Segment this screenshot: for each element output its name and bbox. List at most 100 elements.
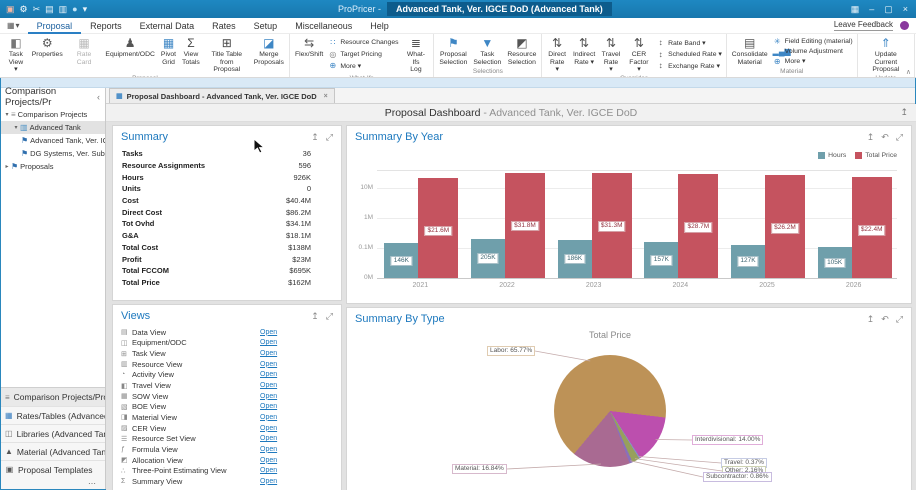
open-link-activity-view[interactable]: Open [260, 371, 277, 378]
dock-item-proposal-templates[interactable]: ▣ Proposal Templates [0, 460, 105, 478]
resource-selection-button[interactable]: ◩ Resource Selection [504, 35, 539, 67]
open-link-resource-view[interactable]: Open [260, 361, 277, 368]
share-icon[interactable]: ↥ [867, 132, 875, 143]
open-link-three-point-estimating-view[interactable]: Open [260, 467, 277, 474]
open-link-cer-view[interactable]: Open [260, 425, 277, 432]
expand-icon[interactable]: ⤢ [896, 314, 903, 325]
open-link-equipment-odc[interactable]: Open [260, 339, 277, 346]
dashboard-panels: Summary ↥ ⤢ Tasks 36 Resource Assignments 5… [106, 122, 916, 490]
layout-icon[interactable]: ▦ [851, 4, 860, 15]
title-table-from-proposal-button[interactable]: ⊞ Title Table from Proposal [203, 35, 251, 74]
tab-close-icon[interactable]: × [324, 93, 328, 100]
tree-item-advanced-tank-ver-igce[interactable]: ⚑Advanced Tank, Ver. IGCE [0, 134, 105, 147]
qat-more-icon[interactable]: ▾ [83, 0, 88, 18]
open-link-travel-view[interactable]: Open [260, 382, 277, 389]
task-view-icon: ⊞ [121, 350, 127, 358]
feedback-chat-icon[interactable] [900, 21, 909, 30]
travel-rate-button[interactable]: ⇅ Travel Rate ▾ [598, 35, 624, 74]
what-ifs-more-button[interactable]: ⊕ More ▾ [328, 61, 398, 71]
minimize-icon[interactable]: – [869, 4, 874, 14]
direct-rate-button[interactable]: ⇅ Direct Rate ▾ [544, 35, 570, 74]
resource-changes-button[interactable]: ∷ Resource Changes [328, 38, 398, 48]
tree-item-advanced-tank[interactable]: ▾ ▥ Advanced Tank [0, 121, 105, 134]
share-icon[interactable]: ↥ [867, 314, 875, 325]
view-totals-button[interactable]: Σ View Totals [179, 35, 203, 74]
flex-shift-button[interactable]: ⇆ Flex/Shift [292, 35, 326, 74]
menu-proposal[interactable]: Proposal [28, 18, 82, 34]
settings-gear-icon[interactable]: ⚙ [20, 0, 28, 18]
leave-feedback-link[interactable]: Leave Feedback [833, 20, 893, 31]
indirect-rate-button[interactable]: ⇅ Indirect Rate ▾ [570, 35, 598, 74]
views-panel-title: Views [121, 310, 151, 322]
expand-icon[interactable]: ⤢ [326, 311, 333, 322]
undo-icon[interactable]: ↶ [881, 314, 889, 325]
menu-help[interactable]: Help [361, 18, 398, 34]
open-link-allocation-view[interactable]: Open [260, 457, 277, 464]
copy-icon[interactable]: ▥ [59, 0, 68, 18]
consolidate-material-button[interactable]: ▤ Consolidate Material [729, 35, 771, 67]
cut-icon[interactable]: ✂ [33, 0, 41, 18]
dock-item-material-advanced-tank[interactable]: ▲ Material (Advanced Tank [0, 442, 105, 460]
menu-rates[interactable]: Rates [203, 18, 245, 34]
tree-item-comparison-projects[interactable]: ▾ ≡ Comparison Projects [0, 108, 105, 121]
exchange-rate-button[interactable]: ↕ Exchange Rate ▾ [656, 61, 722, 71]
view-totals-icon: Σ [187, 36, 195, 50]
task-view-button[interactable]: ◧ Task View ▾ [3, 35, 29, 74]
update-current-proposal-button[interactable]: ⇑ Update Current Proposal [860, 35, 912, 74]
open-link-resource-set-view[interactable]: Open [260, 435, 277, 442]
paste-icon[interactable]: ▤ [45, 0, 54, 18]
dock-item-rates-tables-advanced[interactable]: ▦ Rates/Tables (Advanced [0, 406, 105, 424]
cer-factor-button[interactable]: ⇅ CER Factor ▾ [624, 35, 654, 74]
rate-band-button[interactable]: ↕ Rate Band ▾ [656, 38, 722, 48]
scheduled-rate-button[interactable]: ↕ Scheduled Rate ▾ [656, 49, 722, 59]
app-logo-icon[interactable]: ▣ [6, 0, 15, 18]
bar-label-total-price-2025: $26.2M [771, 223, 799, 234]
field-editing-material-button[interactable]: ✳ Field Editing (material) [773, 36, 853, 46]
bar-label-hours-2022: 205K [477, 253, 499, 264]
menu-setup[interactable]: Setup [245, 18, 287, 34]
menu-external-data[interactable]: External Data [131, 18, 204, 34]
close-icon[interactable]: × [903, 4, 908, 14]
tree-item-dg-systems-ver-submitte[interactable]: ⚑DG Systems, Ver. Submitte [0, 147, 105, 160]
undo-icon[interactable]: ↶ [881, 132, 889, 143]
open-link-summary-view[interactable]: Open [260, 478, 277, 485]
properties-button[interactable]: ⚙ Properties [29, 35, 66, 74]
dock-item-comparison-projects-pro[interactable]: ≡ Comparison Projects/Pro [0, 388, 105, 406]
share-icon[interactable]: ↥ [900, 107, 908, 118]
tree-item-proposals[interactable]: ▸ ⚑ Proposals [0, 160, 105, 173]
menu-reports[interactable]: Reports [81, 18, 131, 34]
menu-miscellaneous[interactable]: Miscellaneous [286, 18, 361, 34]
share-icon[interactable]: ↥ [311, 132, 319, 143]
task-selection-button[interactable]: ▼ Task Selection [470, 35, 504, 67]
pie-chart [554, 355, 666, 467]
sync-icon[interactable]: ● [72, 0, 77, 18]
rate-card-button[interactable]: ▦ Rate Card [66, 35, 103, 74]
dock-more-icon[interactable]: ⋯ [0, 478, 105, 490]
pie-label-labor: Labor: 65.77% [487, 346, 536, 356]
volume-adjustment-button[interactable]: ▂▄▆ Volume Adjustment [773, 46, 853, 56]
share-icon[interactable]: ↥ [311, 311, 319, 322]
pivot-grid-button[interactable]: ▦ Pivot Grid [158, 35, 179, 74]
proposal-selection-button[interactable]: ⚑ Proposal Selection [436, 35, 470, 67]
maximize-icon[interactable]: ▢ [884, 4, 893, 15]
dock-item-libraries-advanced-tank[interactable]: ◫ Libraries (Advanced Tank [0, 424, 105, 442]
ribbon-collapse-icon[interactable]: ∧ [906, 68, 911, 76]
equipment-odc-button[interactable]: ♟ Equipment/ODC [102, 35, 158, 74]
open-link-sow-view[interactable]: Open [260, 393, 277, 400]
open-link-task-view[interactable]: Open [260, 350, 277, 357]
merge-proposals-button[interactable]: ◪ Merge Proposals [251, 35, 287, 74]
open-link-data-view[interactable]: Open [260, 329, 277, 336]
open-link-boe-view[interactable]: Open [260, 403, 277, 410]
ribbon-group-what-ifs: ⇆ Flex/Shift ∷ Resource Changes ◎ Target Pric… [290, 34, 435, 77]
active-document-chip[interactable]: Advanced Tank, Ver. IGCE DoD (Advanced T… [387, 2, 612, 16]
what-ifs-log-button[interactable]: ≣ What-Ifs Log [401, 35, 432, 74]
target-pricing-button[interactable]: ◎ Target Pricing [328, 49, 398, 59]
app-menu-icon[interactable]: ▦▾ [0, 21, 28, 30]
sidebar-collapse-icon[interactable]: ‹ [97, 92, 100, 102]
open-link-formula-view[interactable]: Open [260, 446, 277, 453]
expand-icon[interactable]: ⤢ [896, 132, 903, 143]
open-link-material-view[interactable]: Open [260, 414, 277, 421]
material-more-button[interactable]: ⊕ More ▾ [773, 56, 853, 66]
tab-proposal-dashboard[interactable]: ▦ Proposal Dashboard - Advanced Tank, Ve… [109, 88, 335, 103]
expand-icon[interactable]: ⤢ [326, 132, 333, 143]
